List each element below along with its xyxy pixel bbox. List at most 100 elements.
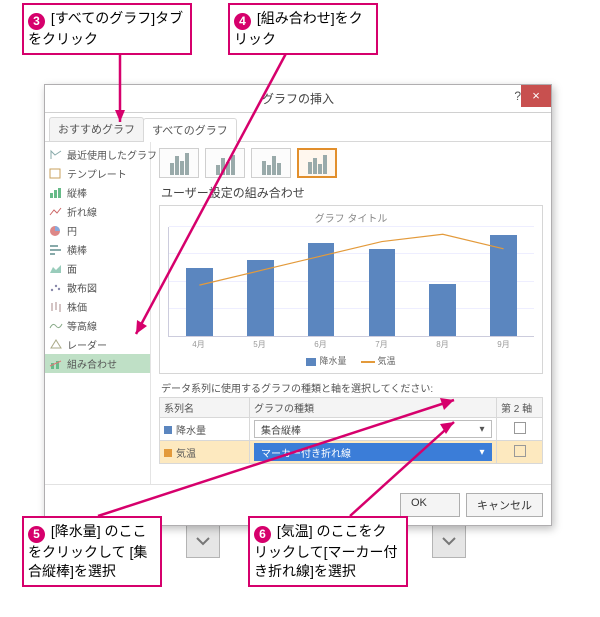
chart-plot-area (168, 227, 534, 337)
sidebar-item-combo[interactable]: 組み合わせ (45, 354, 150, 373)
callout-5: 5 [降水量] のここをクリックして [集合縦棒]を選択 (22, 516, 162, 587)
bar-chart-icon (49, 244, 63, 256)
callout-3-text: [すべてのグラフ]タブをクリック (28, 10, 183, 47)
sidebar-item-templates[interactable]: テンプレート (45, 164, 150, 183)
secondary-axis-cell (497, 441, 543, 464)
combo-chart-icon (49, 358, 63, 370)
sidebar-item-label: 面 (67, 261, 77, 276)
cancel-button[interactable]: キャンセル (466, 493, 543, 517)
sidebar-item-area[interactable]: 面 (45, 259, 150, 278)
callout-4-text: [組み合わせ]をクリック (234, 10, 363, 47)
chart-type-sidebar: 最近使用したグラフ テンプレート 縦棒 折れ線 円 横棒 面 散布図 株価 等高… (45, 142, 151, 484)
sidebar-item-label: 株価 (67, 299, 87, 314)
combo-thumb-1[interactable] (159, 148, 199, 178)
sidebar-item-column[interactable]: 縦棒 (45, 183, 150, 202)
sidebar-item-bar[interactable]: 横棒 (45, 240, 150, 259)
series-type-cell: マーカー付き折れ線 ▾ (250, 441, 497, 464)
secondary-axis-checkbox[interactable] (514, 422, 526, 434)
secondary-axis-checkbox[interactable] (514, 445, 526, 457)
sidebar-item-label: 横棒 (67, 242, 87, 257)
callout-6: 6 [気温] のここをクリックして[マーカー付き折れ線]を選択 (248, 516, 408, 587)
sidebar-item-recent[interactable]: 最近使用したグラフ (45, 145, 150, 164)
chart-type-combo-rain[interactable]: 集合縦棒 ▾ (254, 420, 492, 438)
callout-6-text: [気温] のここをクリックして[マーカー付き折れ線]を選択 (254, 523, 397, 579)
line-chart-icon (49, 206, 63, 218)
area-chart-icon (49, 263, 63, 275)
callout-3-num: 3 (28, 13, 45, 30)
series-color-icon (164, 449, 172, 457)
radar-chart-icon (49, 339, 63, 351)
tab-strip: おすすめグラフ すべてのグラフ (45, 113, 551, 142)
sidebar-item-label: レーダー (67, 337, 107, 352)
sidebar-item-label: テンプレート (67, 166, 127, 181)
dialog-title: グラフの挿入 (262, 90, 334, 107)
table-row: 気温 マーカー付き折れ線 ▾ (160, 441, 543, 464)
pie-chart-icon (49, 225, 63, 237)
sidebar-item-label: 組み合わせ (67, 356, 117, 371)
subtype-heading: ユーザー設定の組み合わせ (161, 184, 543, 201)
legend-line-icon (361, 361, 375, 363)
series-table: 系列名 グラフの種類 第 2 軸 降水量 集合縦棒 ▾ 気温 (159, 397, 543, 464)
sidebar-item-line[interactable]: 折れ線 (45, 202, 150, 221)
insert-chart-dialog: グラフの挿入 ? × おすすめグラフ すべてのグラフ 最近使用したグラフ テンプ… (44, 84, 552, 526)
callout-4: 4 [組み合わせ]をクリック (228, 3, 378, 55)
sidebar-item-scatter[interactable]: 散布図 (45, 278, 150, 297)
legend-swatch-icon (306, 358, 316, 366)
callout-5-num: 5 (28, 526, 45, 543)
sidebar-item-label: 縦棒 (67, 185, 87, 200)
combo-value: 集合縦棒 (261, 422, 301, 437)
sidebar-item-stock[interactable]: 株価 (45, 297, 150, 316)
main-panel: ユーザー設定の組み合わせ グラフ タイトル 4月5月6月7月8月9月 降水量 気… (151, 142, 551, 484)
scatter-chart-icon (49, 282, 63, 294)
column-chart-icon (49, 187, 63, 199)
sidebar-item-label: 等高線 (67, 318, 97, 333)
sidebar-item-label: 散布図 (67, 280, 97, 295)
stock-chart-icon (49, 301, 63, 313)
recent-icon (49, 149, 63, 161)
chart-x-labels: 4月5月6月7月8月9月 (168, 339, 534, 350)
combo-value: マーカー付き折れ線 (261, 445, 351, 460)
th-chart-type: グラフの種類 (250, 398, 497, 418)
series-name-cell: 気温 (160, 441, 250, 464)
tab-recommended[interactable]: おすすめグラフ (49, 117, 144, 141)
ok-button[interactable]: OK (400, 493, 460, 517)
chart-legend: 降水量 気温 (164, 350, 538, 373)
chart-title: グラフ タイトル (164, 210, 538, 225)
legend-label: 気温 (378, 356, 396, 366)
template-icon (49, 168, 63, 180)
legend-label: 降水量 (319, 356, 346, 366)
th-series-name: 系列名 (160, 398, 250, 418)
sidebar-item-label: 最近使用したグラフ (67, 147, 157, 162)
tab-all-charts[interactable]: すべてのグラフ (143, 118, 237, 142)
combo-thumb-custom[interactable] (297, 148, 337, 178)
sidebar-item-pie[interactable]: 円 (45, 221, 150, 240)
sidebar-item-surface[interactable]: 等高線 (45, 316, 150, 335)
th-secondary-axis: 第 2 軸 (497, 398, 543, 418)
chevron-down-icon: ▾ (475, 424, 489, 435)
series-color-icon (164, 426, 172, 434)
sidebar-item-label: 折れ線 (67, 204, 97, 219)
chevron-down-icon[interactable] (432, 524, 466, 558)
chart-type-combo-temp[interactable]: マーカー付き折れ線 ▾ (254, 443, 492, 461)
surface-chart-icon (49, 320, 63, 332)
callout-6-num: 6 (254, 526, 271, 543)
chevron-down-icon: ▾ (475, 447, 489, 458)
table-row: 降水量 集合縦棒 ▾ (160, 418, 543, 441)
series-instruction: データ系列に使用するグラフの種類と軸を選択してください: (161, 380, 543, 395)
close-button[interactable]: × (521, 85, 551, 107)
help-button[interactable]: ? (514, 89, 521, 103)
chart-preview: グラフ タイトル 4月5月6月7月8月9月 降水量 気温 (159, 205, 543, 374)
sidebar-item-radar[interactable]: レーダー (45, 335, 150, 354)
series-name: 降水量 (176, 426, 206, 437)
legend-item-2: 気温 (361, 354, 396, 367)
combo-thumb-2[interactable] (205, 148, 245, 178)
secondary-axis-cell (497, 418, 543, 441)
sidebar-item-label: 円 (67, 223, 77, 238)
callout-4-num: 4 (234, 13, 251, 30)
legend-item-1: 降水量 (306, 354, 346, 367)
chevron-down-icon[interactable] (186, 524, 220, 558)
titlebar: グラフの挿入 ? × (45, 85, 551, 113)
combo-thumb-3[interactable] (251, 148, 291, 178)
series-name-cell: 降水量 (160, 418, 250, 441)
series-name: 気温 (176, 449, 196, 460)
